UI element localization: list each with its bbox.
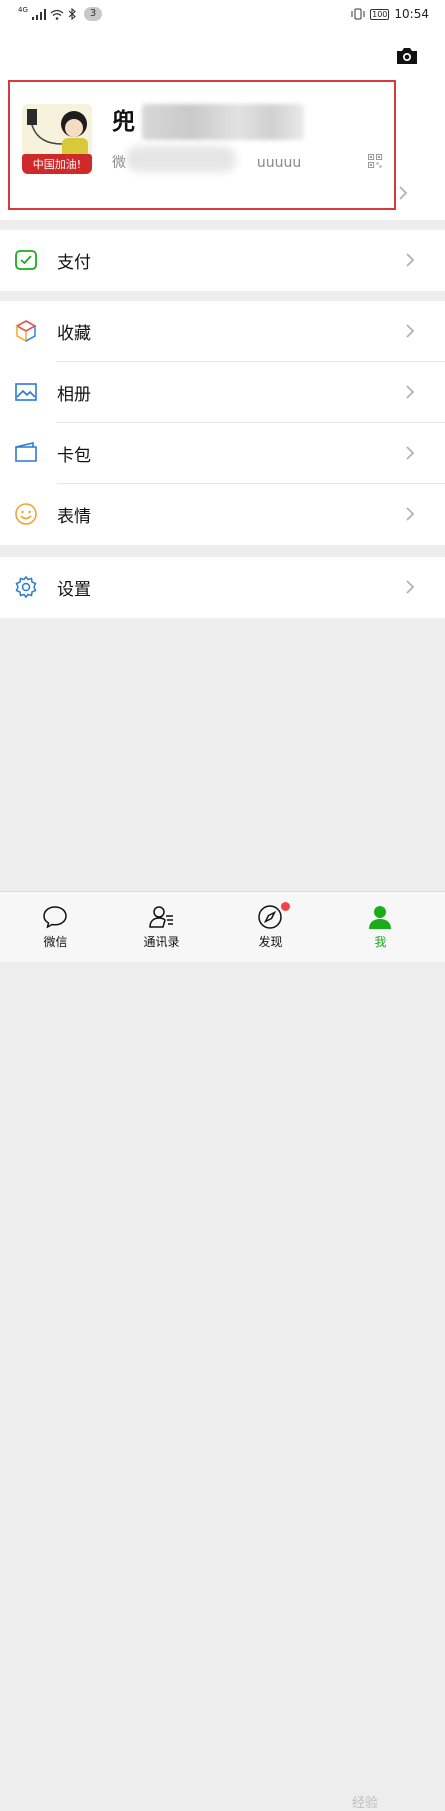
bottom-tab-bar: 微信 通讯录 发现 我 经验: [0, 891, 445, 1811]
card-wallet-icon: [15, 441, 37, 462]
chevron-right-icon: [406, 580, 415, 594]
chevron-right-icon: [406, 385, 415, 399]
menu-item-stickers[interactable]: 表情: [0, 484, 445, 545]
tab-discover[interactable]: 发现: [215, 892, 326, 952]
notification-dot: [281, 902, 290, 911]
profile-card[interactable]: 中国加油! 兜 微 uuuuu: [8, 80, 396, 210]
chevron-right-icon: [406, 507, 415, 521]
clock-time: 10:54: [394, 7, 429, 21]
smiley-icon: [15, 503, 37, 525]
menu-item-album[interactable]: 相册: [0, 362, 445, 423]
name-redaction: [142, 104, 304, 140]
chevron-right-icon: [406, 446, 415, 460]
battery-level: 100: [370, 8, 390, 20]
pay-group: 支付: [0, 230, 445, 291]
album-icon: [15, 383, 37, 401]
network-type: 4G: [18, 6, 28, 14]
menu-label-favorites: 收藏: [57, 324, 91, 344]
tab-label-discover: 发现: [258, 935, 283, 949]
person-icon: [369, 906, 391, 929]
menu-item-settings[interactable]: 设置: [0, 557, 445, 618]
tab-chats[interactable]: 微信: [0, 892, 111, 952]
menu-label-album: 相册: [57, 385, 91, 405]
menu-label-settings: 设置: [57, 580, 91, 600]
chevron-right-icon: [406, 324, 415, 338]
menu-label-stickers: 表情: [57, 507, 91, 527]
signal-icon: [31, 8, 46, 20]
notification-count-badge: 3: [83, 7, 103, 21]
wechat-id-prefix: 微: [112, 155, 126, 171]
tab-me[interactable]: 我: [325, 892, 436, 952]
chevron-right-icon: [399, 186, 408, 200]
compass-icon: [258, 905, 282, 929]
camera-icon[interactable]: [395, 46, 419, 66]
status-right: 100 10:54: [351, 7, 429, 21]
contacts-icon: [149, 906, 173, 928]
watermark: 经验: [352, 1796, 379, 1811]
wifi-icon: [50, 9, 64, 20]
tab-label-chats: 微信: [43, 935, 68, 949]
wechat-id-tail: uuuuu: [256, 155, 302, 171]
features-group: 收藏 相册 卡包 表情: [0, 301, 445, 545]
vibrate-icon: [351, 8, 365, 20]
id-redaction: [126, 146, 236, 172]
tab-label-me: 我: [374, 935, 387, 949]
chevron-right-icon: [406, 253, 415, 267]
menu-item-favorites[interactable]: 收藏: [0, 301, 445, 362]
profile-name: 兜: [112, 109, 135, 135]
chat-bubble-icon: [43, 906, 67, 929]
settings-group: 设置: [0, 557, 445, 618]
favorites-cube-icon: [15, 320, 37, 343]
avatar-caption: 中国加油!: [33, 157, 81, 171]
avatar-illustration: 中国加油!: [22, 104, 92, 174]
qr-code-icon[interactable]: [368, 154, 382, 168]
status-left: 4G 3: [18, 6, 103, 21]
bluetooth-icon: [68, 8, 76, 20]
tab-label-contacts: 通讯录: [143, 935, 180, 949]
menu-label-pay: 支付: [57, 253, 91, 273]
status-bar: 4G 3 100 10:54: [0, 0, 445, 30]
tab-contacts[interactable]: 通讯录: [106, 892, 217, 952]
avatar[interactable]: 中国加油!: [22, 104, 92, 174]
pay-icon: [15, 250, 37, 270]
gear-icon: [15, 575, 37, 599]
menu-item-pay[interactable]: 支付: [0, 230, 445, 291]
menu-item-cards[interactable]: 卡包: [0, 423, 445, 484]
menu-label-cards: 卡包: [57, 446, 91, 466]
profile-header: 中国加油! 兜 微 uuuuu: [0, 30, 445, 220]
